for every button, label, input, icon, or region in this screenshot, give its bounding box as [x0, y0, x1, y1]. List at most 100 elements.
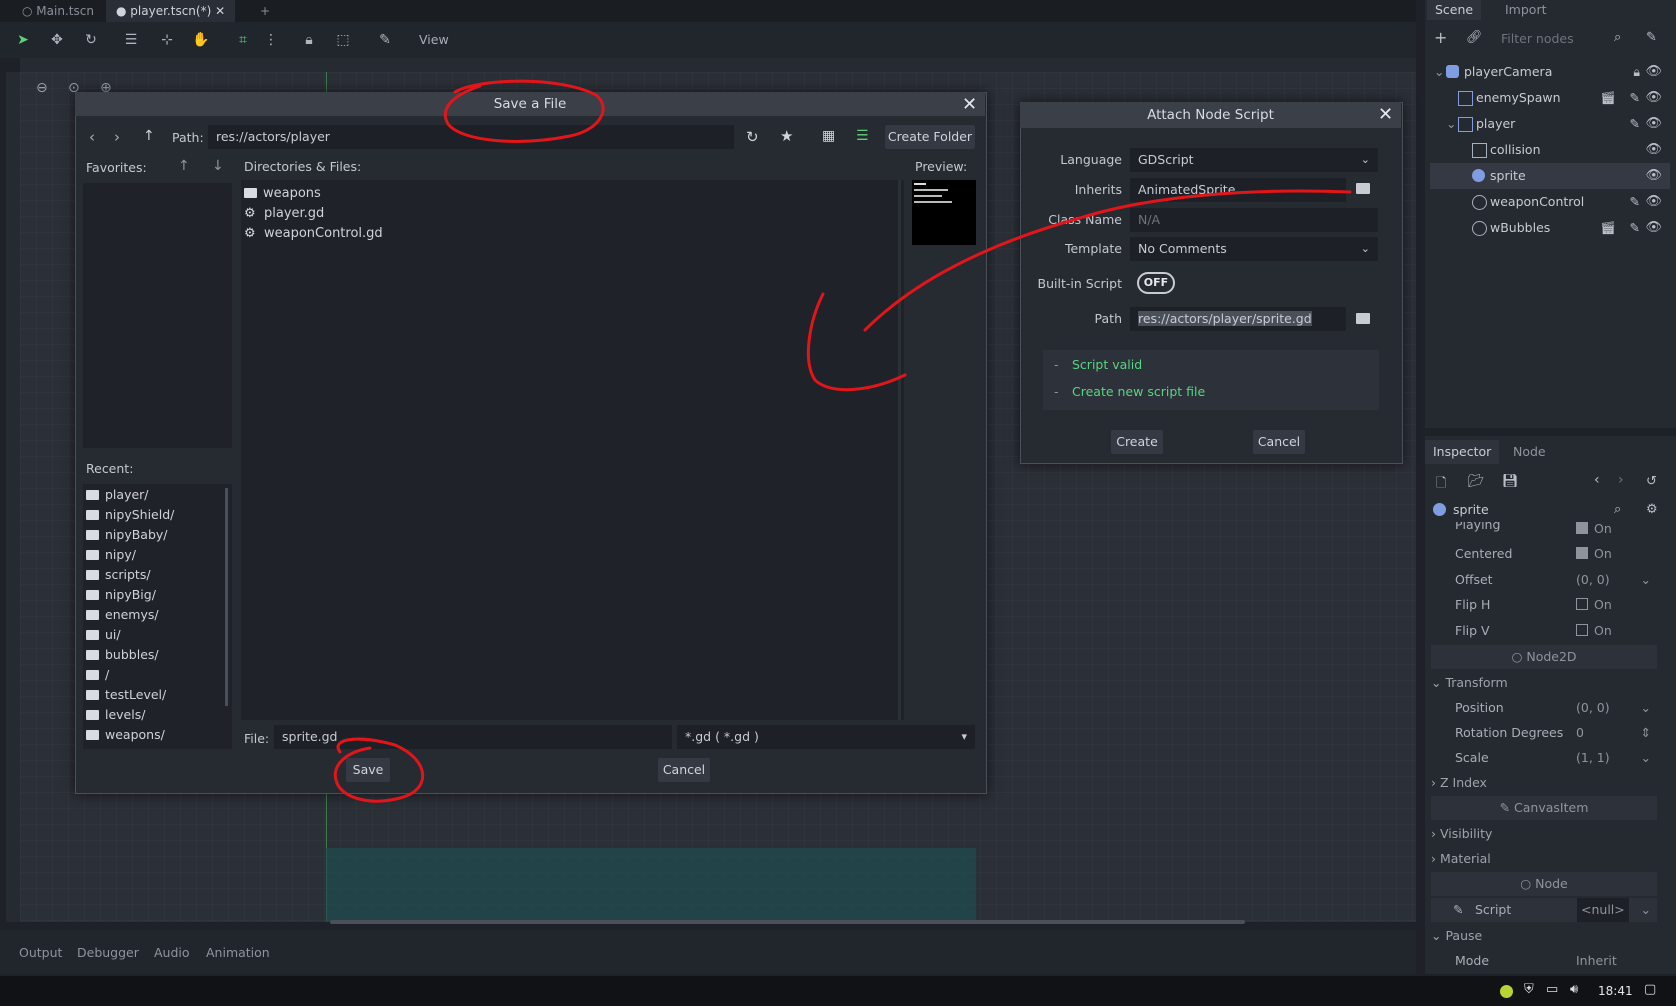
grid-view-icon[interactable]: ▦: [822, 128, 835, 144]
save-button[interactable]: Save: [346, 758, 390, 782]
script-icon[interactable]: ✎: [1630, 215, 1640, 241]
prop-flip-v[interactable]: Flip V On: [1431, 619, 1657, 643]
recent-item[interactable]: scripts/: [86, 565, 216, 585]
cancel-button[interactable]: Cancel: [658, 758, 710, 782]
recent-item[interactable]: testLevel/: [86, 685, 216, 705]
recent-item[interactable]: enemys/: [86, 605, 216, 625]
visibility-eye-icon[interactable]: 👁︎: [1645, 85, 1662, 111]
section-pause[interactable]: ⌄ Pause: [1431, 924, 1657, 948]
add-node-icon[interactable]: +: [1434, 28, 1447, 47]
tree-node-weaponControl[interactable]: weaponControl ✎ 👁︎: [1430, 189, 1670, 215]
more-icon[interactable]: ⋮: [262, 31, 280, 49]
chevron-down-icon[interactable]: ⌄: [1641, 696, 1651, 720]
tab-output[interactable]: Output: [19, 945, 62, 960]
file-list-scrollbar[interactable]: [898, 180, 901, 720]
pivot-tool-icon[interactable]: ⊹: [158, 31, 176, 49]
history-forward-icon[interactable]: ›: [1618, 472, 1624, 488]
rotate-tool-icon[interactable]: ↻: [82, 31, 100, 49]
recent-scrollbar[interactable]: [225, 488, 228, 706]
prop-rotation-degrees[interactable]: Rotation Degrees 0 ⇕: [1431, 721, 1657, 745]
refresh-icon[interactable]: ↻: [746, 128, 759, 146]
create-folder-button[interactable]: Create Folder: [885, 125, 975, 149]
prop-mode[interactable]: Mode Inherit: [1431, 949, 1657, 969]
recent-item[interactable]: nipy/: [86, 545, 216, 565]
checkbox-icon[interactable]: [1576, 598, 1588, 610]
close-icon[interactable]: ✕: [215, 4, 225, 18]
spinner-icon[interactable]: ⇕: [1641, 721, 1651, 745]
chevron-down-icon[interactable]: ⌄: [1641, 568, 1651, 592]
favorite-star-icon[interactable]: ★: [780, 127, 793, 145]
chevron-down-icon[interactable]: ⌄: [1641, 746, 1651, 770]
tab-animation[interactable]: Animation: [206, 945, 270, 960]
pan-tool-icon[interactable]: ✋: [192, 31, 210, 49]
recent-item[interactable]: /: [86, 665, 216, 685]
recent-item[interactable]: nipyBaby/: [86, 525, 216, 545]
select-tool-icon[interactable]: ➤: [14, 31, 32, 49]
tree-node-collision[interactable]: collision 👁︎: [1430, 137, 1670, 163]
volume-icon[interactable]: 🔊︎: [1570, 982, 1578, 997]
tab-node[interactable]: Node: [1513, 440, 1546, 464]
chevron-down-icon[interactable]: ⌄: [1641, 898, 1651, 922]
back-icon[interactable]: ‹: [89, 128, 95, 146]
prop-centered[interactable]: Centered On: [1431, 542, 1657, 566]
list-view-icon[interactable]: ☰: [856, 128, 869, 144]
zoom-out-icon[interactable]: ⊖: [36, 80, 48, 96]
tab-inspector[interactable]: Inspector: [1425, 440, 1500, 464]
arrow-up-icon[interactable]: ↑: [178, 158, 190, 174]
group-icon[interactable]: ⬚: [334, 31, 352, 49]
prop-script[interactable]: ✎ Script <null> ⌄: [1431, 898, 1657, 922]
recent-item[interactable]: player/: [86, 485, 216, 505]
visibility-eye-icon[interactable]: 👁︎: [1645, 111, 1662, 137]
recent-item[interactable]: levels/: [86, 705, 216, 725]
network-icon[interactable]: ▭: [1546, 982, 1558, 997]
prop-flip-h[interactable]: Flip H On: [1431, 593, 1657, 617]
instance-icon[interactable]: 🎬︎: [1600, 215, 1616, 241]
instance-icon[interactable]: 🎬︎: [1600, 85, 1616, 111]
section-transform[interactable]: ⌄ Transform: [1431, 671, 1657, 695]
snap-icon[interactable]: ⌗: [234, 31, 252, 49]
new-resource-icon[interactable]: 🗋: [1436, 474, 1446, 496]
script-icon[interactable]: ✎: [1630, 111, 1640, 137]
tab-player-tscn[interactable]: ● player.tscn(*) ✕: [106, 0, 236, 22]
horizontal-scrollbar[interactable]: [330, 920, 1245, 924]
settings-icon[interactable]: ⚙: [1646, 502, 1658, 517]
close-icon[interactable]: ✕: [1378, 106, 1393, 124]
recent-item[interactable]: nipyBig/: [86, 585, 216, 605]
inherits-input[interactable]: AnimatedSprite: [1130, 178, 1346, 202]
link-icon[interactable]: 🔗︎: [1466, 30, 1483, 45]
tab-debugger[interactable]: Debugger: [77, 945, 139, 960]
arrow-down-icon[interactable]: ↓: [212, 158, 224, 174]
section-material[interactable]: › Material: [1431, 847, 1657, 871]
tree-node-playerCamera[interactable]: ⌄ playerCamera 🔒︎ 👁︎: [1430, 59, 1670, 85]
up-directory-icon[interactable]: ↑: [143, 128, 155, 144]
language-select[interactable]: GDScript ⌄: [1130, 148, 1378, 172]
prop-position[interactable]: Position (0, 0) ⌄: [1431, 696, 1657, 720]
class-name-input[interactable]: N/A: [1130, 208, 1378, 232]
list-item[interactable]: ⚙ player.gd: [244, 204, 324, 224]
section-visibility[interactable]: › Visibility: [1431, 822, 1657, 846]
attach-cancel-button[interactable]: Cancel: [1253, 430, 1305, 454]
clock[interactable]: 18:41: [1598, 984, 1633, 998]
list-item[interactable]: ⚙ weaponControl.gd: [244, 224, 383, 244]
save-icon[interactable]: 💾︎: [1502, 474, 1519, 489]
shield-icon[interactable]: ⛨: [1524, 982, 1534, 997]
history-back-icon[interactable]: ‹: [1594, 472, 1600, 488]
object-history-icon[interactable]: ↺: [1646, 474, 1657, 489]
file-filter-select[interactable]: *.gd ( *.gd ) ▾: [677, 725, 975, 749]
checkbox-icon[interactable]: [1576, 522, 1588, 534]
visibility-eye-icon[interactable]: 👁︎: [1645, 163, 1662, 189]
file-name-input[interactable]: sprite.gd: [274, 725, 672, 749]
create-button[interactable]: Create: [1111, 430, 1163, 454]
visibility-eye-icon[interactable]: 👁︎: [1645, 189, 1662, 215]
script-icon[interactable]: ✎: [1630, 189, 1640, 215]
status-icon[interactable]: [1500, 985, 1513, 998]
tree-node-wBubbles[interactable]: wBubbles 🎬︎ ✎ 👁︎: [1430, 215, 1670, 241]
filter-nodes-input[interactable]: Filter nodes: [1497, 28, 1629, 50]
folder-icon[interactable]: [1356, 183, 1370, 194]
file-list[interactable]: [241, 180, 904, 720]
prop-scale[interactable]: Scale (1, 1) ⌄: [1431, 746, 1657, 770]
tree-node-sprite[interactable]: sprite 👁︎: [1430, 163, 1670, 189]
notification-icon[interactable]: ▢: [1644, 982, 1656, 997]
checkbox-icon[interactable]: [1576, 547, 1588, 559]
list-item[interactable]: weapons: [244, 184, 321, 204]
